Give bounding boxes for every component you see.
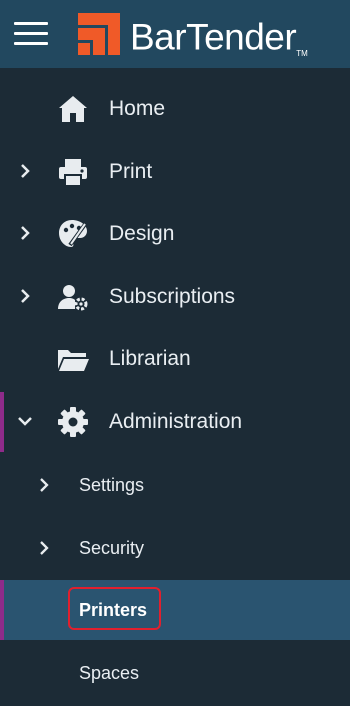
sidebar-item-home[interactable]: Home (0, 78, 350, 140)
sidebar-item-subscriptions[interactable]: Subscriptions (0, 266, 350, 328)
chevron-right-icon[interactable] (14, 160, 36, 182)
brand-wordmark: BarTenderTM (130, 13, 308, 58)
sidebar-item-design[interactable]: Design (0, 203, 350, 265)
chevron-right-icon[interactable] (34, 538, 54, 558)
chevron-right-icon[interactable] (14, 285, 36, 307)
sidebar-item-print[interactable]: Print (0, 141, 350, 203)
user-gear-icon (58, 285, 88, 311)
bartender-logo-icon (78, 13, 120, 55)
chevron-right-icon[interactable] (34, 475, 54, 495)
brand-name: BarTender (130, 16, 297, 58)
gear-icon (58, 407, 88, 437)
highlight-box (68, 587, 161, 630)
sidebar-subitem-label: Settings (79, 475, 145, 495)
sidebar-subitem-spaces[interactable]: Spaces (0, 642, 350, 704)
sidebar-item-label: Print (109, 160, 153, 183)
sidebar-subitem-label: Spaces (79, 663, 140, 683)
sidebar-item-label: Design (109, 222, 175, 245)
chevron-right-icon[interactable] (14, 222, 36, 244)
hamburger-menu-icon[interactable] (14, 18, 50, 48)
sidebar-item-librarian[interactable]: Librarian (0, 328, 350, 390)
sidebar-subitem-security[interactable]: Security (0, 517, 350, 579)
sidebar-item-label: Subscriptions (109, 285, 236, 308)
sidebar-subitem-settings[interactable]: Settings (0, 454, 350, 516)
sidebar-item-label: Librarian (109, 347, 191, 370)
sidebar-item-administration[interactable]: Administration (0, 391, 350, 453)
trademark-mark: TM (296, 49, 308, 58)
app-header: BarTenderTM (0, 0, 350, 68)
sidebar-item-label: Home (109, 97, 166, 120)
printer-icon (59, 159, 87, 187)
palette-icon (59, 220, 88, 247)
active-item-marker (0, 580, 4, 640)
sidebar-item-label: Administration (109, 410, 243, 433)
sidebar-subitem-label: Security (79, 538, 145, 558)
home-icon (59, 96, 87, 122)
sidebar-subitem-printers[interactable]: Printers (0, 580, 350, 640)
chevron-down-icon[interactable] (14, 410, 36, 432)
folder-icon (58, 350, 89, 371)
